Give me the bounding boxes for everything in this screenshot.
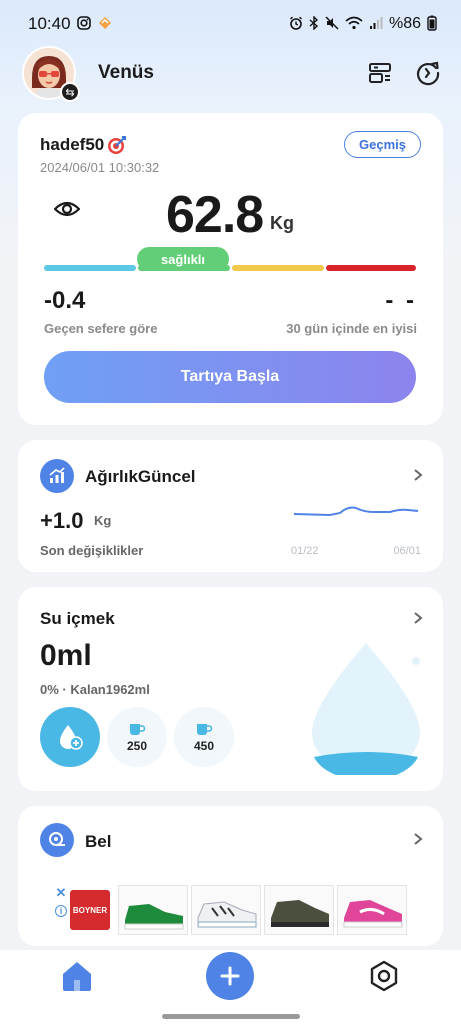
target-icon [107,135,127,155]
start-weighing-button[interactable]: Tartıya Başla [44,351,416,403]
cup-icon [197,723,213,735]
home-indicator [162,1014,300,1019]
scale-segment-obese [326,265,416,271]
chevron-right-icon[interactable] [411,468,425,482]
alarm-icon [289,16,303,32]
weight-trend-card[interactable]: AğırlıkGüncel +1.0 Kg Son değişiklikler … [18,440,443,572]
measurement-timestamp: 2024/06/01 10:30:32 [40,160,160,175]
add-button[interactable] [206,952,254,1000]
water-drop-plus-icon [60,725,83,750]
status-time: 10:40 [28,14,71,33]
ad-brand-logo[interactable]: BOYNER [70,890,110,930]
device-list-icon[interactable] [367,60,393,86]
cup-250-button[interactable]: 250 [107,707,167,767]
status-bar: 10:40 %86 [0,0,461,48]
water-level-drop [312,643,420,775]
ad-product-image[interactable] [264,885,334,935]
delta-label: Geçen sefere göre [44,321,158,336]
chevron-right-icon[interactable] [411,832,425,846]
ad-banner[interactable]: ✕ i BOYNER [50,882,412,936]
weight-value: 62.8 [166,186,264,244]
plus-icon [220,966,240,986]
battery-icon [427,15,437,33]
water-title: Su içmek [40,609,115,628]
bmi-scale [44,263,416,273]
settings-icon[interactable] [368,960,400,992]
trend-end-date: 06/01 [393,545,421,557]
trend-icon [40,459,74,493]
instagram-icon [76,16,91,32]
bottom-navigation [0,950,461,1024]
battery-text: %86 [388,15,421,32]
add-water-button[interactable] [40,707,100,767]
refresh-icon[interactable] [415,60,441,86]
avatar[interactable]: ⇆ [22,46,80,102]
mute-icon [325,16,339,32]
water-value: 0ml [40,639,92,672]
scale-segment-overweight [232,265,324,271]
bluetooth-icon [309,15,319,32]
home-icon[interactable] [60,960,94,992]
cup-450-label: 450 [193,738,215,753]
best-label: 30 gün içinde en iyisi [286,321,417,336]
scale-segment-underweight [44,265,136,271]
trend-sparkline [293,506,419,517]
ad-product-image[interactable] [118,885,188,935]
eye-icon[interactable] [53,199,81,219]
ad-product-image[interactable] [191,885,261,935]
history-button[interactable]: Geçmiş [344,131,421,158]
delta-value: -0.4 [44,287,86,314]
ad-info-icon[interactable]: i [55,905,67,917]
ad-controls: ✕ i [54,886,68,932]
app-notification-icon [97,16,113,32]
switch-user-icon[interactable]: ⇆ [60,82,80,102]
trend-unit: Kg [94,513,112,528]
app-header: ⇆ Venüs [22,46,441,102]
cup-450-button[interactable]: 450 [174,707,234,767]
best-value: - - [385,287,417,314]
cup-250-label: 250 [126,738,148,753]
username: Venüs [98,62,154,83]
waist-title: Bel [85,832,112,851]
trend-value: +1.0 [40,508,84,533]
chevron-right-icon[interactable] [411,611,425,625]
goal-label: hadef50 [40,134,105,154]
weight-unit: Kg [270,213,294,233]
tape-measure-icon [40,823,74,857]
trend-start-date: 01/22 [291,545,319,557]
trend-label: Son değişiklikler [40,543,144,558]
cup-icon [130,723,146,735]
water-remaining: 0% · Kalan1962ml [40,682,150,697]
status-badge: sağlıklı [137,247,229,271]
close-ad-icon[interactable]: ✕ [56,886,67,899]
trend-title: AğırlıkGüncel [85,467,196,486]
wifi-icon [345,16,363,32]
ad-product-image[interactable] [337,885,407,935]
water-card[interactable]: Su içmek 0ml 0% · Kalan1962ml 250 450 [18,587,443,791]
weight-card: hadef50 Geçmiş 2024/06/01 10:30:32 62.8 … [18,113,443,425]
signal-icon [369,16,383,32]
